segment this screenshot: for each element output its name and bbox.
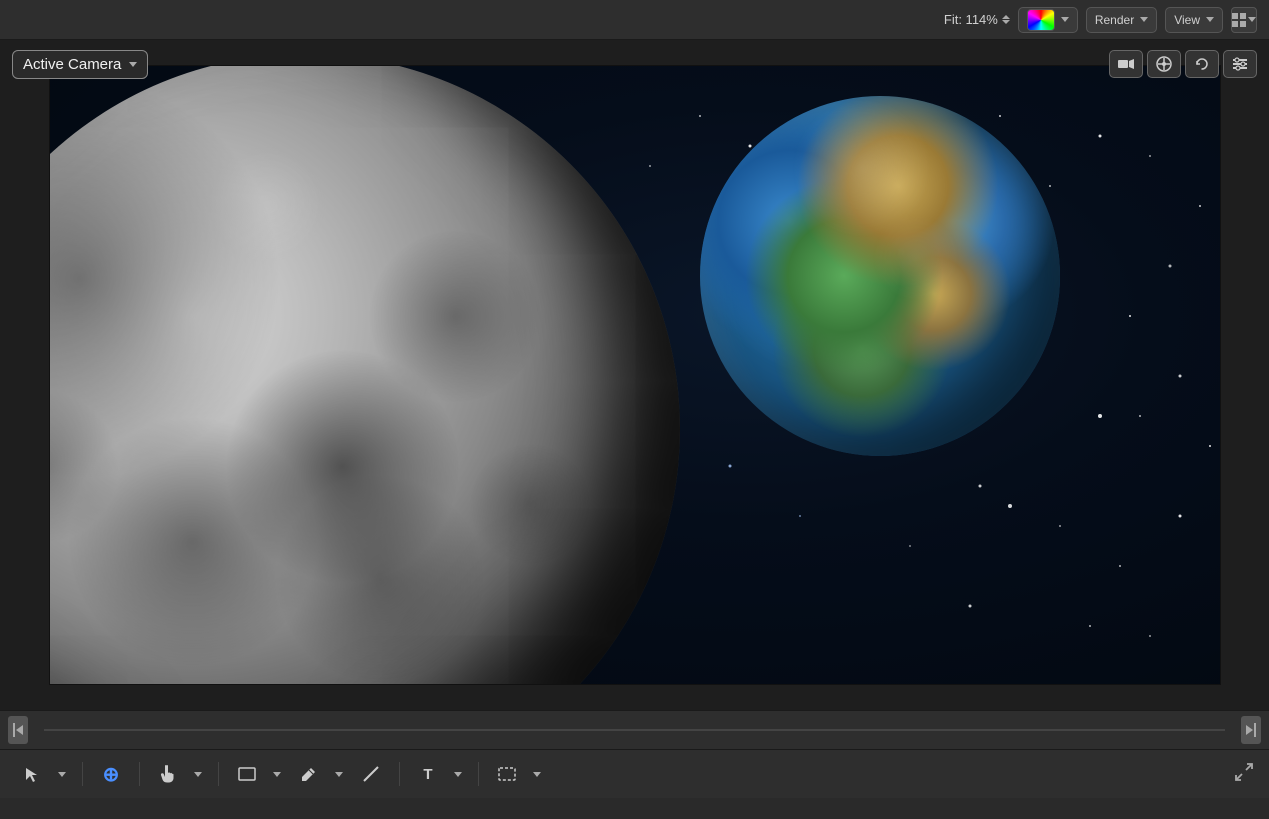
pen-icon [301, 766, 317, 782]
scrubber-start-button[interactable] [8, 716, 28, 744]
view-button[interactable]: View [1165, 7, 1223, 33]
zoom-label: Fit: 114% [944, 12, 998, 27]
line-icon [362, 765, 380, 783]
camera-record-button[interactable] [1109, 50, 1143, 78]
text-chevron-icon [454, 772, 462, 777]
pen-tool-group [293, 758, 347, 790]
select-chevron-icon [58, 772, 66, 777]
pen-tool-button[interactable] [293, 758, 325, 790]
pen-chevron-icon [335, 772, 343, 777]
shape-tool-button[interactable] [231, 758, 263, 790]
shape-tool-dropdown[interactable] [267, 758, 285, 790]
move-view-button[interactable] [1147, 50, 1181, 78]
move-icon [1156, 56, 1172, 72]
color-swatch-icon [1027, 9, 1055, 31]
layout-chevron-icon [1248, 17, 1256, 22]
scrubber-bar [0, 710, 1269, 750]
render-chevron-icon [1140, 17, 1148, 22]
zoom-control[interactable]: Fit: 114% [944, 12, 1010, 27]
render-label: Render [1095, 13, 1134, 27]
layout-icon [1232, 13, 1246, 27]
earth [700, 96, 1060, 456]
shape-tool-group [231, 758, 285, 790]
zoom-arrows-icon [1002, 15, 1010, 24]
text-tool-dropdown[interactable] [448, 758, 466, 790]
separator-3 [218, 762, 219, 786]
render-button[interactable]: Render [1086, 7, 1157, 33]
hand-tool-group [152, 758, 206, 790]
shape-icon [238, 767, 256, 781]
line-tool-button[interactable] [355, 758, 387, 790]
orbit-tool-button[interactable]: ⊕ [95, 758, 127, 790]
expand-icon [1235, 763, 1253, 781]
color-chevron-icon [1061, 17, 1069, 22]
bottom-toolbar: ⊕ [0, 750, 1269, 798]
camera-label: Active Camera [23, 56, 121, 73]
rotate-icon [1194, 56, 1210, 72]
text-icon: T [423, 766, 432, 783]
select-tool-group [16, 758, 70, 790]
separator-1 [82, 762, 83, 786]
hand-chevron-icon [194, 772, 202, 777]
orbit-icon: ⊕ [103, 762, 120, 787]
view-chevron-icon [1206, 17, 1214, 22]
select-tool-dropdown[interactable] [52, 758, 70, 790]
viewport-wrapper: Active Camera [0, 40, 1269, 710]
scrubber-end-icon [1246, 723, 1256, 737]
hand-icon [160, 765, 176, 783]
viewport-controls [1109, 50, 1257, 78]
hand-tool-dropdown[interactable] [188, 758, 206, 790]
scrubber-start-icon [13, 723, 23, 737]
mask-tool-button[interactable] [491, 758, 523, 790]
view-label: View [1174, 13, 1200, 27]
adjust-view-button[interactable] [1223, 50, 1257, 78]
camera-dropdown[interactable]: Active Camera [12, 50, 148, 79]
mask-tool-group [491, 758, 545, 790]
mask-icon [498, 767, 516, 781]
camera-chevron-icon [129, 62, 137, 67]
mask-tool-dropdown[interactable] [527, 758, 545, 790]
hand-tool-button[interactable] [152, 758, 184, 790]
separator-5 [478, 762, 479, 786]
scrubber-end-button[interactable] [1241, 716, 1261, 744]
separator-2 [139, 762, 140, 786]
scene-canvas [49, 65, 1221, 685]
scrubber-timeline[interactable] [44, 729, 1225, 731]
top-toolbar: Fit: 114% Render View [0, 0, 1269, 40]
text-tool-group: T [412, 758, 466, 790]
adjust-icon [1233, 57, 1247, 71]
text-tool-button[interactable]: T [412, 758, 444, 790]
camera-record-icon [1118, 58, 1134, 70]
separator-4 [399, 762, 400, 786]
layout-button[interactable] [1231, 7, 1257, 33]
shape-chevron-icon [273, 772, 281, 777]
color-button[interactable] [1018, 7, 1078, 33]
pen-tool-dropdown[interactable] [329, 758, 347, 790]
expand-button[interactable] [1235, 763, 1253, 786]
select-tool-button[interactable] [16, 758, 48, 790]
rotate-view-button[interactable] [1185, 50, 1219, 78]
mask-chevron-icon [533, 772, 541, 777]
select-arrow-icon [24, 766, 40, 782]
